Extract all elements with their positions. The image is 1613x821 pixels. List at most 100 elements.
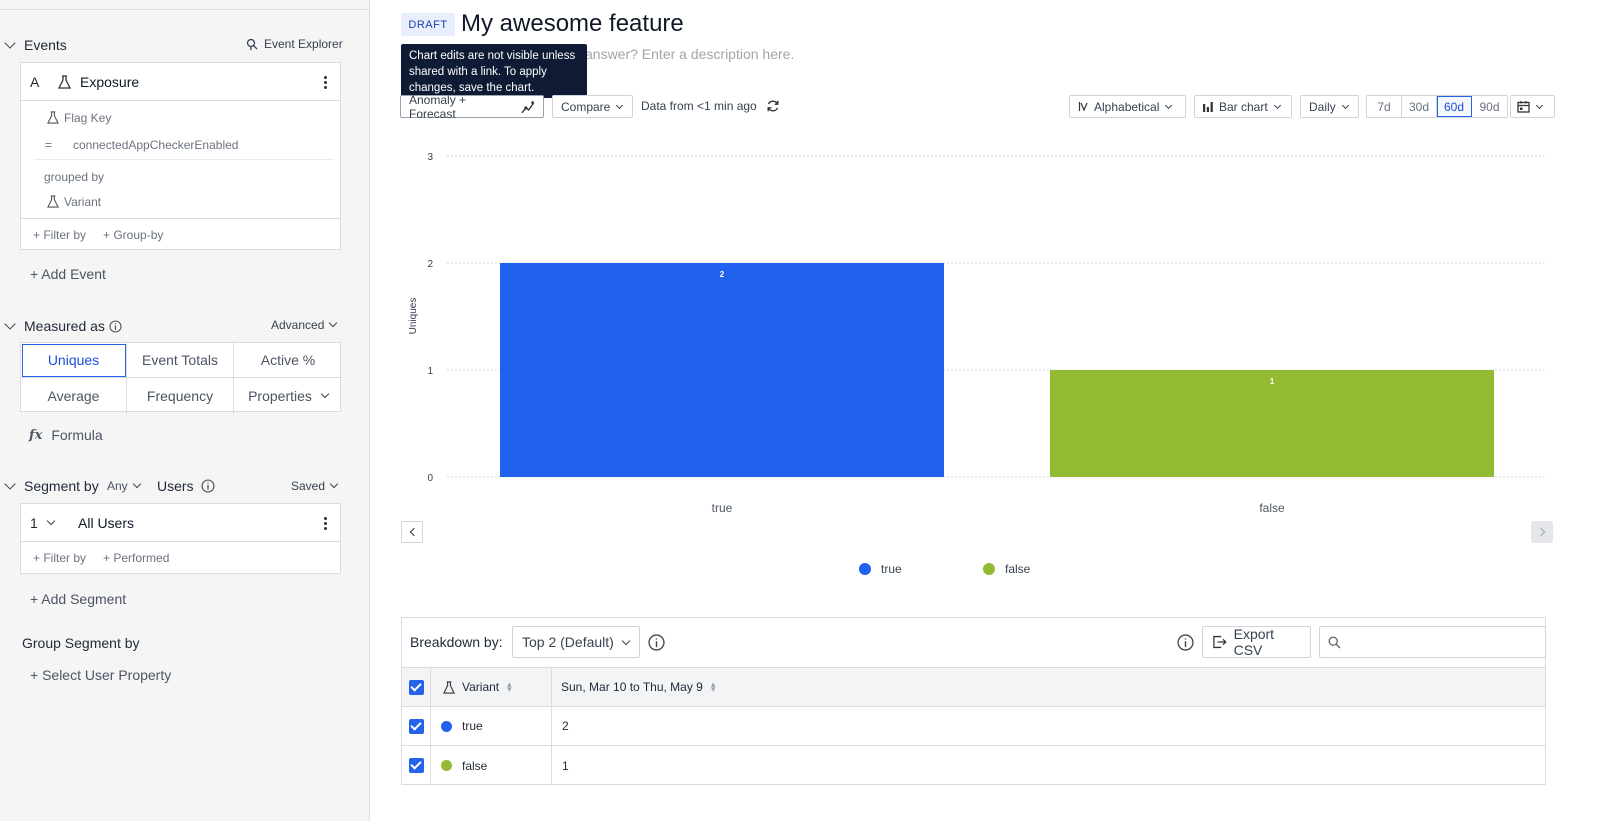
- events-title: Events: [24, 37, 67, 53]
- chevron-down-icon: [1273, 101, 1281, 109]
- segment-any-dropdown[interactable]: Any: [107, 479, 141, 493]
- events-section-toggle[interactable]: Events: [4, 37, 67, 53]
- measure-active-percent[interactable]: Active %: [234, 343, 342, 378]
- y-tick-label: 3: [427, 152, 433, 163]
- column-header-date-range[interactable]: Sun, Mar 10 to Thu, May 9 ▴ ▾: [552, 668, 1545, 706]
- data-label: 2: [720, 270, 725, 279]
- range-90d[interactable]: 90d: [1472, 96, 1507, 117]
- chevron-down-icon: [1535, 101, 1544, 109]
- variant-name: true: [462, 719, 483, 733]
- info-icon[interactable]: [109, 319, 122, 333]
- segment-users-label[interactable]: Users: [157, 478, 194, 494]
- range-60d[interactable]: 60d: [1437, 96, 1472, 117]
- draft-tooltip: Chart edits are not visible unless share…: [401, 44, 587, 98]
- select-all-checkbox[interactable]: [402, 668, 431, 706]
- description-input[interactable]: answer? Enter a description here.: [585, 46, 794, 62]
- anomaly-forecast-label: Anomaly + Forecast: [409, 92, 467, 121]
- formula-button[interactable]: fx Formula: [29, 427, 103, 443]
- chart-title[interactable]: My awesome feature: [461, 10, 684, 38]
- bar-chart-icon: [1203, 101, 1213, 112]
- event-explorer-link[interactable]: Event Explorer: [246, 37, 343, 51]
- segment-by-toggle[interactable]: Segment by: [4, 478, 99, 494]
- chevron-down-icon[interactable]: [46, 516, 56, 526]
- segment-name: All Users: [78, 515, 135, 531]
- row-checkbox[interactable]: [402, 707, 431, 745]
- calendar-icon: [1517, 101, 1530, 113]
- flask-icon: [58, 75, 71, 89]
- event-letter: A: [30, 74, 40, 90]
- legend-label: true: [881, 562, 902, 576]
- advanced-dropdown[interactable]: Advanced: [271, 318, 338, 332]
- measure-properties[interactable]: Properties: [234, 378, 342, 413]
- anomaly-forecast-button[interactable]: Anomaly + Forecast: [400, 92, 544, 121]
- bar-chart: 0 1 2 3 Uniques 2 true 1 false: [408, 152, 1547, 515]
- chevron-left-icon: [409, 527, 418, 537]
- legend-label: false: [1005, 562, 1031, 576]
- segment-more-icon[interactable]: [324, 517, 327, 530]
- filter-property[interactable]: Flag Key: [64, 111, 111, 125]
- measure-properties-label: Properties: [248, 387, 312, 404]
- segment-row[interactable]: 1 All Users: [21, 504, 340, 542]
- legend-item-false[interactable]: false: [983, 562, 1030, 576]
- measure-event-totals[interactable]: Event Totals: [127, 343, 234, 378]
- measure-average[interactable]: Average: [21, 378, 127, 413]
- table-row[interactable]: false 1: [402, 745, 1545, 785]
- divider: [34, 159, 334, 160]
- legend-item-true[interactable]: true: [859, 562, 902, 576]
- group-property[interactable]: Variant: [64, 195, 101, 209]
- range-30d[interactable]: 30d: [1402, 96, 1437, 117]
- chevron-down-icon: [329, 479, 339, 489]
- export-label: Export CSV: [1233, 626, 1275, 658]
- measured-as-toggle[interactable]: Measured as: [4, 318, 122, 334]
- checkbox-checked: [408, 718, 424, 734]
- event-row[interactable]: A Exposure: [21, 63, 340, 101]
- info-icon[interactable]: [648, 634, 665, 651]
- column-label: Sun, Mar 10 to Thu, May 9: [561, 680, 703, 694]
- filter-value[interactable]: connectedAppCheckerEnabled: [73, 138, 238, 152]
- variant-cell: false: [431, 746, 552, 785]
- add-segment-button[interactable]: + Add Segment: [30, 591, 126, 607]
- info-icon[interactable]: [201, 479, 215, 493]
- chart-prev-button[interactable]: [401, 521, 423, 543]
- table-search-input[interactable]: [1319, 626, 1546, 658]
- chevron-right-icon: [1536, 527, 1545, 537]
- export-icon: [1213, 635, 1227, 649]
- chevron-down-icon: [4, 37, 16, 49]
- divider: [0, 9, 370, 10]
- query-sidebar: Events Event Explorer A Exposure Flag Ke…: [0, 0, 370, 821]
- export-csv-button[interactable]: Export CSV: [1202, 626, 1311, 658]
- event-more-icon[interactable]: [324, 76, 327, 89]
- saved-segments-dropdown[interactable]: Saved: [291, 479, 339, 493]
- table-header-row: Variant ▴ ▾ Sun, Mar 10 to Thu, May 9 ▴ ▾: [402, 667, 1545, 706]
- value-cell: 1: [562, 758, 569, 773]
- measure-frequency[interactable]: Frequency: [127, 378, 234, 413]
- row-checkbox[interactable]: [402, 746, 431, 785]
- segment-filter-by-button[interactable]: + Filter by: [33, 551, 86, 565]
- measured-as-title: Measured as: [24, 318, 105, 334]
- range-7d[interactable]: 7d: [1367, 96, 1402, 117]
- interval-dropdown[interactable]: Daily: [1300, 95, 1359, 118]
- calendar-dropdown[interactable]: [1510, 95, 1555, 118]
- segment-performed-button[interactable]: + Performed: [103, 551, 169, 565]
- measure-uniques[interactable]: Uniques: [21, 343, 127, 378]
- data-label: 1: [1270, 377, 1275, 386]
- filter-by-button[interactable]: + Filter by: [33, 228, 86, 242]
- refresh-icon[interactable]: [766, 99, 780, 113]
- chart-next-button[interactable]: [1531, 521, 1553, 543]
- search-icon: [1328, 636, 1341, 649]
- column-header-variant[interactable]: Variant ▴ ▾: [431, 668, 552, 706]
- checkbox-checked: [408, 679, 424, 695]
- compare-dropdown[interactable]: Compare: [552, 95, 633, 118]
- info-icon[interactable]: [1177, 634, 1194, 651]
- chevron-down-icon: [621, 636, 631, 645]
- add-event-button[interactable]: + Add Event: [30, 266, 106, 282]
- group-by-button[interactable]: + Group-by: [103, 228, 163, 242]
- filter-operator[interactable]: =: [45, 138, 52, 152]
- table-row[interactable]: true 2: [402, 706, 1545, 745]
- select-user-property-button[interactable]: + Select User Property: [30, 667, 171, 683]
- breakdown-dropdown[interactable]: Top 2 (Default): [512, 626, 640, 658]
- sort-dropdown[interactable]: Alphabetical: [1069, 95, 1186, 118]
- series-swatch: [441, 720, 452, 732]
- segment-index: 1: [30, 515, 38, 531]
- chart-type-dropdown[interactable]: Bar chart: [1194, 95, 1292, 118]
